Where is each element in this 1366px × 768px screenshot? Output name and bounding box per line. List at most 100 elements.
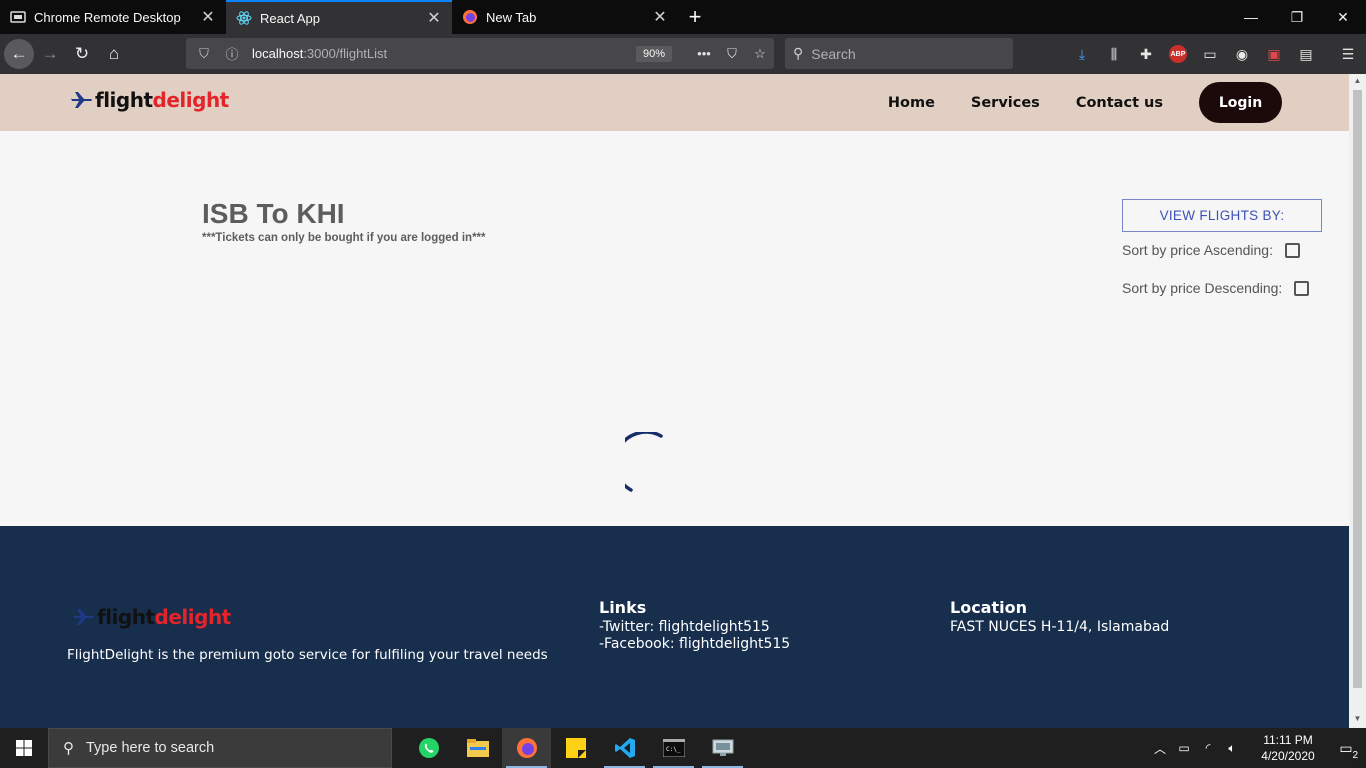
location-text: FAST NUCES H-11/4, Islamabad [950,619,1170,635]
twitter-link[interactable]: -Twitter: flightdelight515 [599,619,790,636]
zoom-level-badge[interactable]: 90% [635,45,672,62]
back-button[interactable]: ← [4,39,34,69]
loading-spinner-icon [625,432,663,492]
toolbar-icons: ⤓ ⫼ ✚ ABP ▭ ◉ ▣ ▤ ☰ [1066,38,1364,70]
notification-center-icon[interactable]: ▭ 2 [1326,740,1366,761]
sort-descending-checkbox[interactable] [1294,280,1310,296]
view-flights-by-button[interactable]: VIEW FLIGHTS BY: [1122,199,1322,232]
location-heading: Location [950,598,1027,617]
search-icon: ⚲ [793,45,804,61]
facebook-link[interactable]: -Facebook: flightdelight515 [599,636,790,653]
reader-view-icon[interactable]: ▭ [1194,38,1226,70]
nav-contact[interactable]: Contact us [1076,95,1163,111]
remote-desktop-taskbar-icon[interactable] [698,728,747,768]
web-page: flight delight Home Services Contact us L… [0,74,1349,728]
browser-search-input[interactable]: ⚲ Search [785,38,1013,69]
minimize-icon[interactable]: — [1228,0,1274,34]
url-host: localhost [252,46,304,61]
firefox-taskbar-icon[interactable] [502,728,551,768]
whatsapp-icon[interactable] [404,728,453,768]
site-logo[interactable]: flight delight [71,88,229,112]
search-icon: ⚲ [63,740,74,757]
scroll-up-icon[interactable]: ▲ [1349,76,1366,90]
tab-chrome-remote-desktop[interactable]: Chrome Remote Desktop ✕ [0,0,226,34]
browser-toolbar: ← → ↻ ⌂ ⛉ ⓘ localhost:3000/flightList 90… [0,34,1366,74]
taskbar-apps: C:\_ [404,728,747,768]
logo-text-flight: flight [95,88,153,112]
file-explorer-icon[interactable] [453,728,502,768]
battery-icon[interactable]: ▭ [1172,741,1196,755]
footer-tagline: FlightDelight is the premium goto servic… [67,647,548,663]
plane-icon [73,609,94,625]
system-tray: ︿ ▭ ◜ 🔈︎ 11:11 PM 4/20/2020 ▭ 2 [1148,728,1366,768]
info-icon[interactable]: ⓘ [222,44,242,63]
sort-ascending-checkbox[interactable] [1284,242,1300,258]
extension-red-icon[interactable]: ▣ [1258,38,1290,70]
react-icon [236,10,252,26]
screenshot-icon[interactable]: ▤ [1290,38,1322,70]
footer-logo[interactable]: flight delight [73,605,231,629]
remote-desktop-icon [10,9,26,25]
shield-icon[interactable]: ⛉ [194,46,214,62]
menu-icon[interactable]: ☰ [1332,38,1364,70]
sort-descending-row: Sort by price Descending: [1122,280,1310,296]
close-window-icon[interactable]: ✕ [1320,0,1366,34]
route-title: ISB To KHI [202,198,345,229]
login-note: ***Tickets can only be bought if you are… [202,232,486,244]
notification-count: 2 [1350,749,1360,761]
footer-location: Location FAST NUCES H-11/4, Islamabad [950,598,1169,636]
close-tab-icon[interactable]: ✕ [652,7,668,27]
bookmark-star-icon[interactable]: ☆ [746,46,774,62]
window-controls: — ❐ ✕ [1228,0,1366,34]
terminal-icon[interactable]: C:\_ [649,728,698,768]
scroll-down-icon[interactable]: ▼ [1349,714,1366,728]
nav-services[interactable]: Services [971,95,1040,111]
close-tab-icon[interactable]: ✕ [426,8,442,28]
adblock-icon[interactable]: ABP [1162,38,1194,70]
sort-ascending-label: Sort by price Ascending: [1122,242,1273,258]
library-icon[interactable]: ⫼ [1098,38,1130,70]
taskbar-search-input[interactable]: ⚲ Type here to search [48,728,392,768]
tab-new-tab[interactable]: New Tab ✕ [452,0,678,34]
login-button[interactable]: Login [1199,82,1282,123]
start-button[interactable] [0,728,48,768]
url-bar[interactable]: ⛉ ⓘ localhost:3000/flightList 90% ••• ⛉ … [186,38,774,69]
clock-time: 11:11 PM [1263,733,1313,747]
page-actions-icon[interactable]: ••• [690,46,718,61]
sticky-notes-icon[interactable] [551,728,600,768]
account-icon[interactable]: ◉ [1226,38,1258,70]
reload-button[interactable]: ↻ [66,38,98,70]
sort-descending-label: Sort by price Descending: [1122,280,1283,296]
vscode-icon[interactable] [600,728,649,768]
volume-icon[interactable]: 🔈︎ [1220,741,1244,756]
page-scrollbar[interactable]: ▲ ▼ [1349,74,1366,728]
logo-text-flight: flight [97,605,155,629]
tab-title: Chrome Remote Desktop [34,9,181,25]
clock[interactable]: 11:11 PM 4/20/2020 [1250,732,1326,764]
svg-text:C:\_: C:\_ [666,746,681,753]
close-tab-icon[interactable]: ✕ [200,7,216,27]
pocket-icon[interactable]: ⛉ [718,46,746,62]
new-tab-button[interactable]: + [678,0,712,34]
extensions-icon[interactable]: ✚ [1130,38,1162,70]
url-path: :3000/flightList [303,46,388,61]
wifi-icon[interactable]: ◜ [1196,741,1220,755]
clock-date: 4/20/2020 [1261,749,1315,763]
chevron-up-icon[interactable]: ︿ [1148,740,1172,757]
tab-title: React App [260,10,320,26]
home-button[interactable]: ⌂ [98,38,130,70]
nav-home[interactable]: Home [888,95,935,111]
restore-icon[interactable]: ❐ [1274,0,1320,34]
site-header: flight delight Home Services Contact us L… [0,74,1349,131]
download-icon[interactable]: ⤓ [1066,38,1098,70]
sort-ascending-row: Sort by price Ascending: [1122,242,1300,258]
scroll-thumb[interactable] [1353,90,1362,688]
forward-button[interactable]: → [34,38,66,70]
firefox-icon [462,9,478,25]
footer-links: Links -Twitter: flightdelight515 -Facebo… [599,598,790,653]
tab-title: New Tab [486,9,537,25]
logo-text-delight: delight [154,605,232,629]
tab-react-app[interactable]: React App ✕ [226,0,452,34]
url-text[interactable]: localhost:3000/flightList [252,46,636,61]
windows-logo-icon [16,740,32,756]
